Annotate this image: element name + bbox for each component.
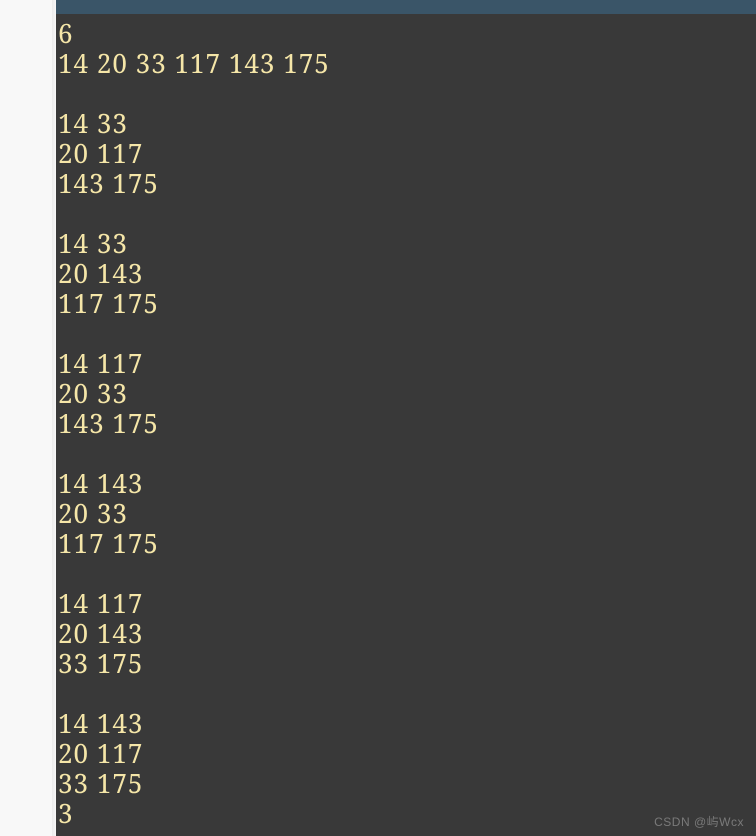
console-panel: 6 14 20 33 117 143 175 14 33 20 117 143 …: [56, 0, 756, 836]
watermark: CSDN @屿Wcx: [654, 813, 744, 830]
editor-gutter: [0, 0, 56, 836]
console-title-bar[interactable]: [56, 0, 756, 14]
console-output: 6 14 20 33 117 143 175 14 33 20 117 143 …: [56, 14, 756, 828]
